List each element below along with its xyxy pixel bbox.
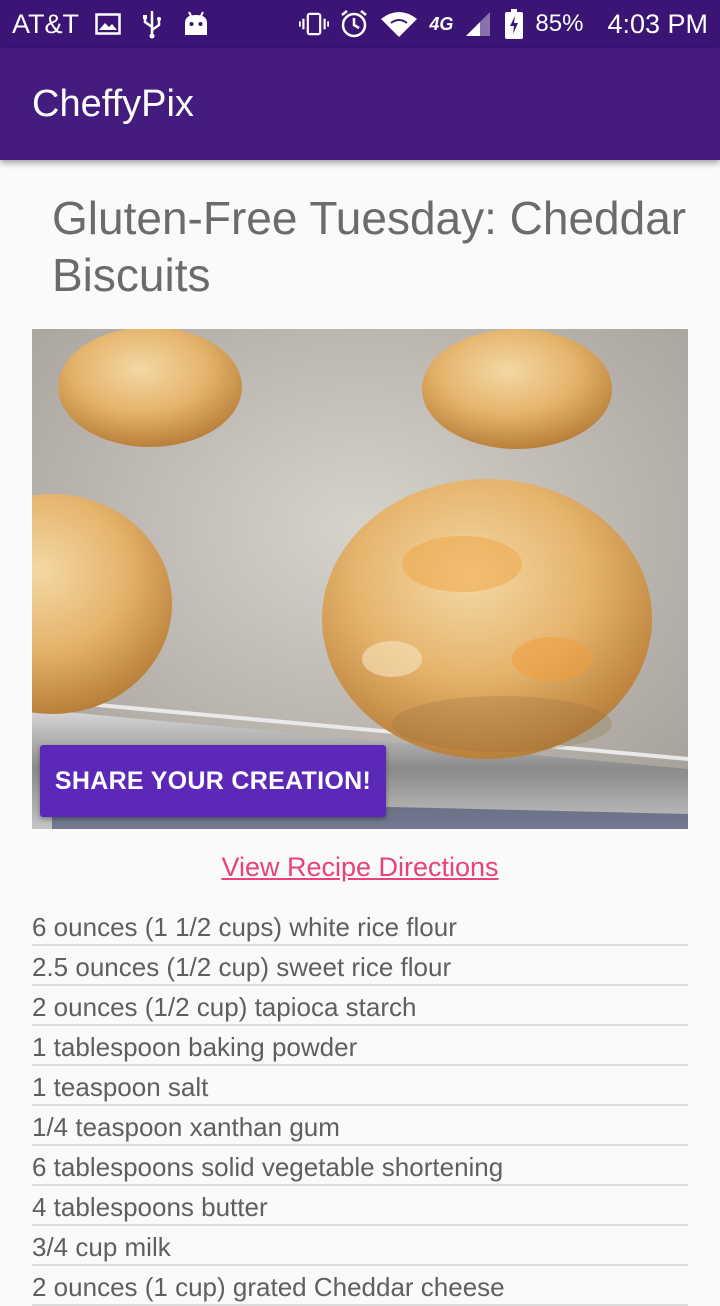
battery-percent: 85% [535,10,584,37]
app-bar: CheffyPix [0,48,720,160]
share-creation-button[interactable]: SHARE YOUR CREATION! [40,745,386,817]
carrier-label: AT&T [12,8,79,39]
ingredient-item: 1/4 teaspoon xanthan gum [32,1106,688,1146]
ingredient-item: 1 teaspoon salt [32,1066,688,1106]
ingredient-list: 6 ounces (1 1/2 cups) white rice flour 2… [32,906,688,1306]
alarm-icon [339,9,369,39]
ingredient-item: 2.5 ounces (1/2 cup) sweet rice flour [32,946,688,986]
ingredient-item: 3/4 cup milk [32,1226,688,1266]
vibrate-icon [299,9,330,39]
recipe-title: Gluten-Free Tuesday: Cheddar Biscuits [52,192,687,301]
ingredient-item: 1 tablespoon baking powder [32,1026,688,1066]
android-icon [181,9,211,39]
view-recipe-directions-link[interactable]: View Recipe Directions [0,852,720,883]
signal-icon [463,9,493,39]
ingredient-item: 6 ounces (1 1/2 cups) white rice flour [32,906,688,946]
battery-charging-icon [503,9,525,39]
clock-time: 4:03 PM [607,8,708,39]
wifi-icon [379,9,419,39]
ingredient-item: 2 ounces (1/2 cup) tapioca starch [32,986,688,1026]
usb-icon [137,9,167,39]
status-bar: AT&T 4G 85% 4:03 PM [0,0,720,48]
network-type-label: 4G [429,13,454,34]
ingredient-item: 2 ounces (1 cup) grated Cheddar cheese [32,1266,688,1306]
image-icon [93,9,123,39]
ingredient-item: 6 tablespoons solid vegetable shortening [32,1146,688,1186]
ingredient-item: 4 tablespoons butter [32,1186,688,1226]
recipe-image: SHARE YOUR CREATION! [32,329,688,829]
app-title: CheffyPix [32,82,194,125]
